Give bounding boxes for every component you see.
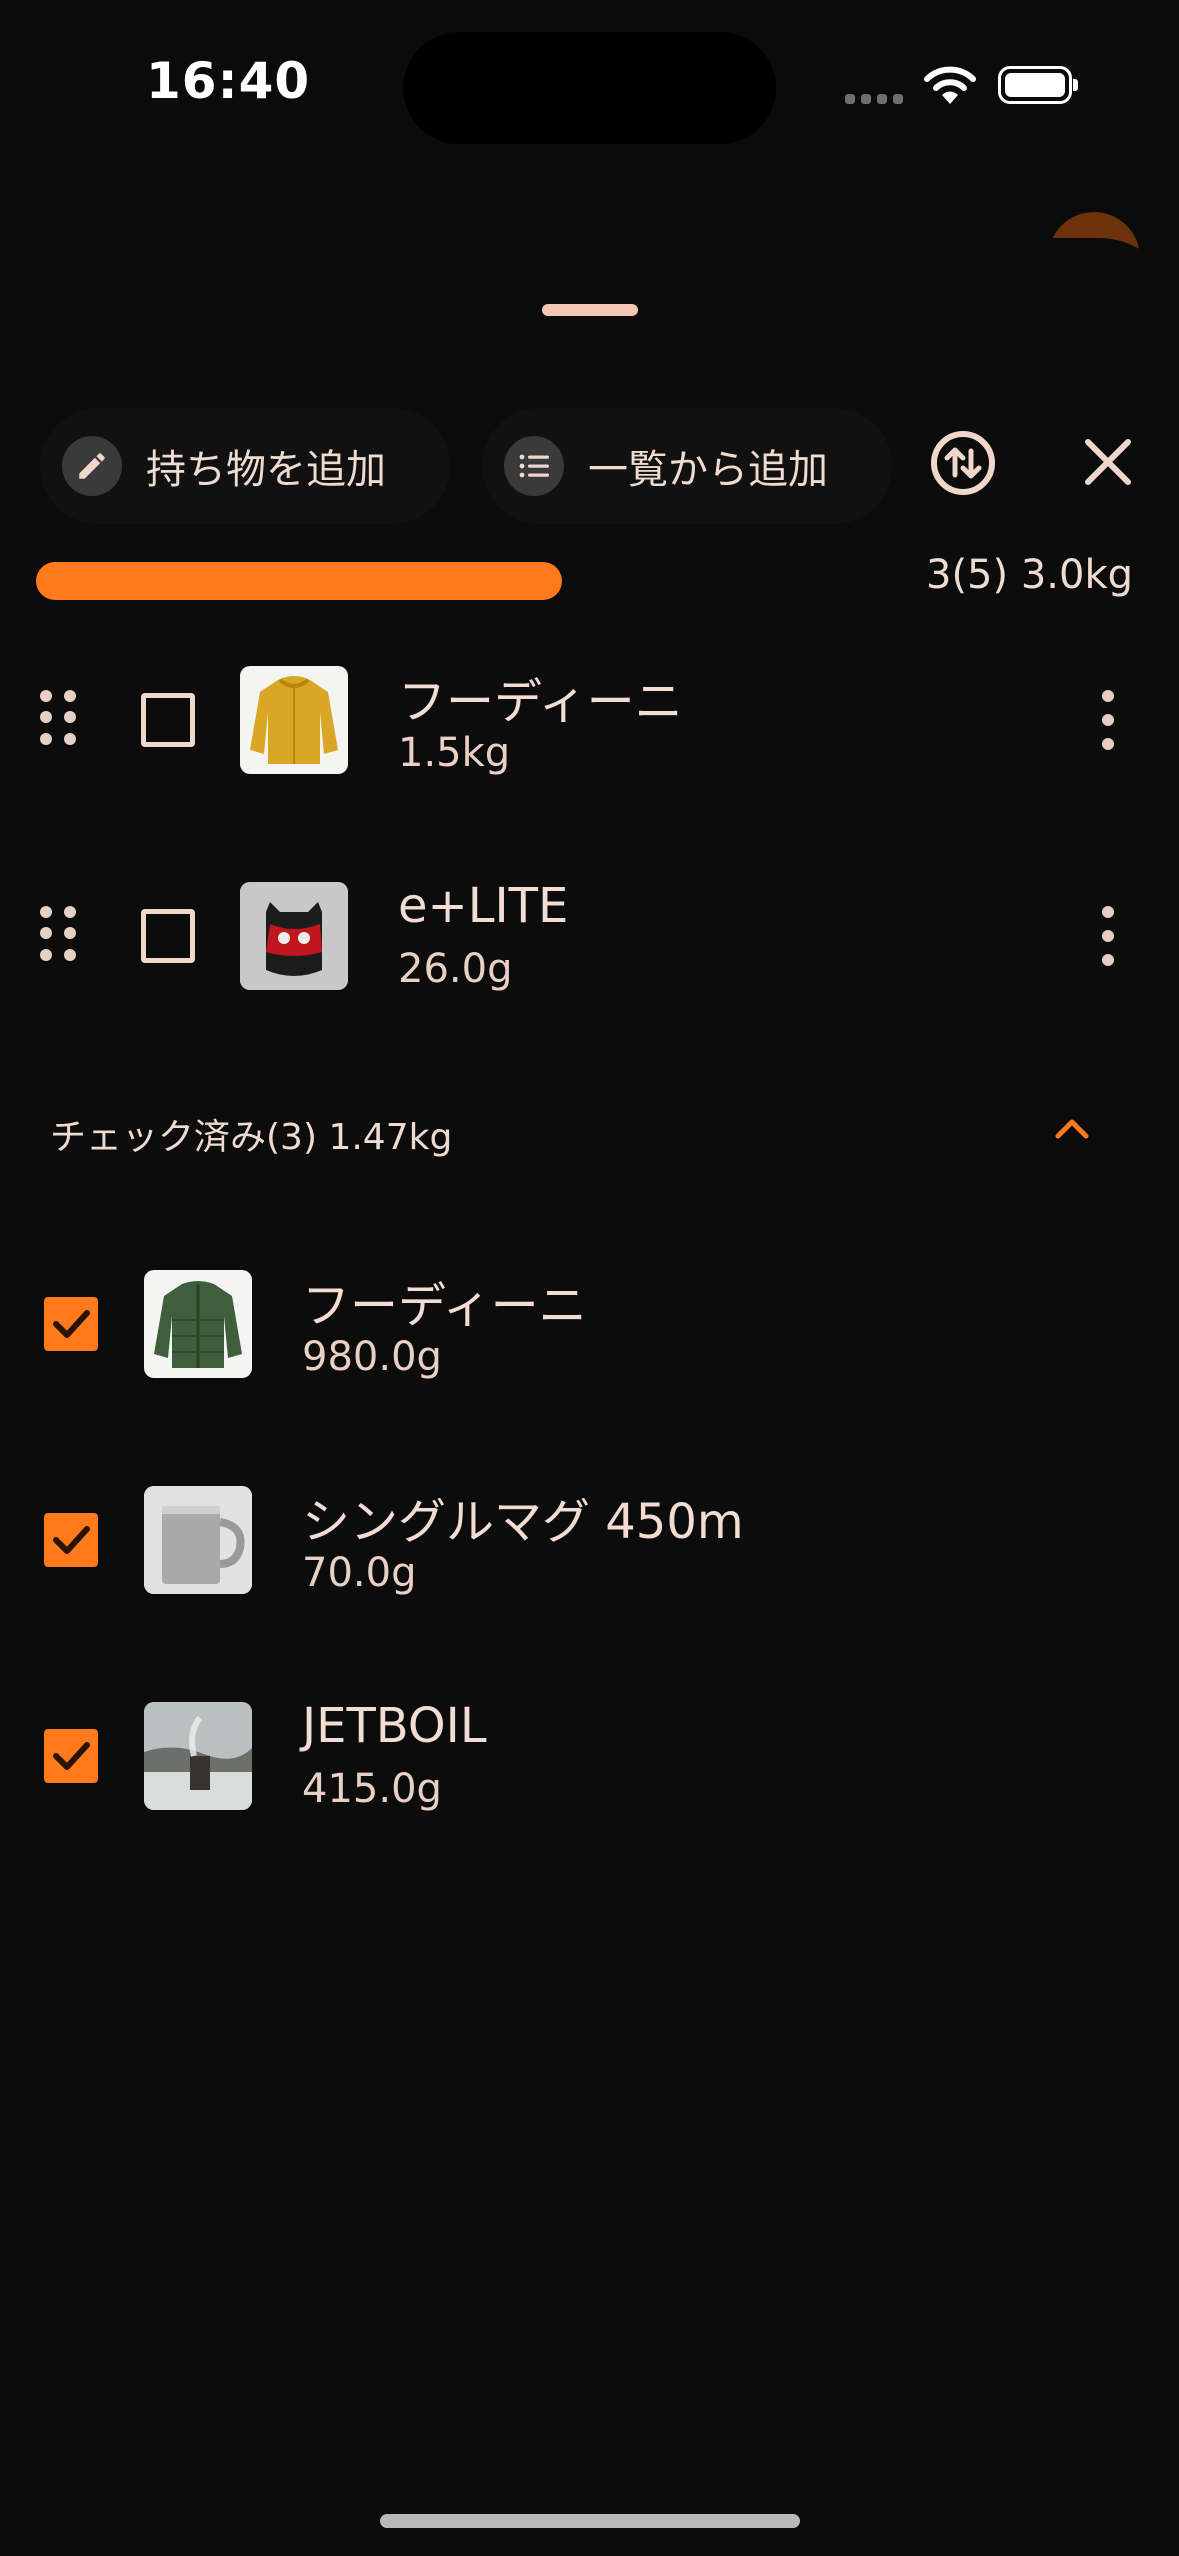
battery-icon <box>998 66 1078 104</box>
packing-list-sheet: 持ち物を追加 一覧から追加 3(5) 3.0kg フーディーニ 1.5kg e+… <box>0 238 1179 2556</box>
checkmark-icon <box>53 1526 90 1554</box>
checked-list-item[interactable]: フーディーニ 980.0g <box>0 1244 1179 1404</box>
checked-section-header: チェック済み(3) 1.47kg <box>50 1117 453 1158</box>
drag-handle-icon[interactable] <box>40 906 80 962</box>
item-thumbnail <box>144 1702 252 1810</box>
list-item[interactable]: e+LITE 26.0g <box>0 856 1179 1016</box>
sheet-toolbar: 持ち物を追加 一覧から追加 <box>0 408 1179 528</box>
wifi-icon <box>924 66 976 104</box>
sheet-grab-handle[interactable] <box>542 304 638 316</box>
item-weight: 1.5kg <box>398 730 511 776</box>
item-name: JETBOIL <box>302 1698 487 1754</box>
checked-list-item[interactable]: JETBOIL 415.0g <box>0 1676 1179 1836</box>
cellular-signal-icon <box>845 94 903 104</box>
more-options-icon[interactable] <box>1098 906 1118 966</box>
home-indicator <box>380 2514 800 2528</box>
item-name: シングルマグ 450m <box>302 1494 744 1550</box>
more-options-icon[interactable] <box>1098 690 1118 750</box>
packing-progress-bar <box>36 562 562 600</box>
item-name: フーディーニ <box>398 674 683 730</box>
item-checkbox[interactable] <box>141 909 195 963</box>
add-item-label: 持ち物を追加 <box>146 447 386 493</box>
status-time: 16:40 <box>146 52 311 110</box>
add-from-list-button[interactable]: 一覧から追加 <box>482 408 892 524</box>
drag-handle-icon[interactable] <box>40 690 80 746</box>
item-name: フーディーニ <box>302 1278 587 1334</box>
item-weight: 415.0g <box>302 1766 442 1812</box>
item-checkbox[interactable] <box>141 693 195 747</box>
chevron-up-icon[interactable] <box>1050 1106 1094 1150</box>
checkmark-icon <box>53 1310 90 1338</box>
item-checkbox-checked[interactable] <box>44 1297 98 1351</box>
item-thumbnail <box>240 882 348 990</box>
list-icon <box>504 436 564 496</box>
item-name: e+LITE <box>398 878 569 934</box>
item-thumbnail <box>240 666 348 774</box>
progress-summary: 3(5) 3.0kg <box>926 552 1133 598</box>
add-from-list-label: 一覧から追加 <box>588 447 828 493</box>
list-item[interactable]: フーディーニ 1.5kg <box>0 640 1179 800</box>
item-thumbnail <box>144 1486 252 1594</box>
item-weight: 26.0g <box>398 946 513 992</box>
item-weight: 980.0g <box>302 1334 442 1380</box>
add-item-button[interactable]: 持ち物を追加 <box>40 408 450 524</box>
item-checkbox-checked[interactable] <box>44 1729 98 1783</box>
item-checkbox-checked[interactable] <box>44 1513 98 1567</box>
sort-swap-icon[interactable] <box>928 428 998 498</box>
checkmark-icon <box>53 1742 90 1770</box>
checked-list-item[interactable]: シングルマグ 450m 70.0g <box>0 1460 1179 1620</box>
item-weight: 70.0g <box>302 1550 417 1596</box>
close-icon[interactable] <box>1078 432 1138 492</box>
status-bar: 16:40 <box>0 0 1179 170</box>
pencil-icon <box>62 436 122 496</box>
dynamic-island <box>403 32 776 144</box>
item-thumbnail <box>144 1270 252 1378</box>
